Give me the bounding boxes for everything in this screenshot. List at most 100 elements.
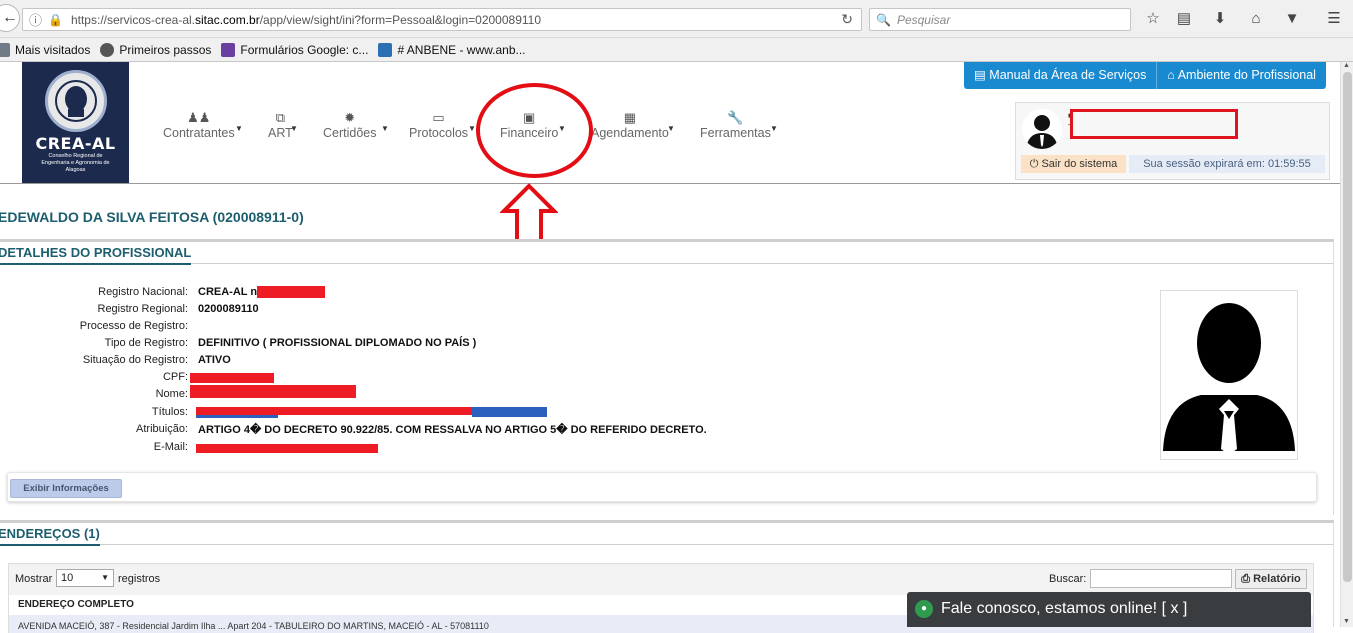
user-panel: ■ - ⏻ Sair do sistema Sua sessão expirará… (1015, 102, 1330, 180)
page-size-value: 10 (61, 572, 74, 584)
inbox-icon: ▭ (432, 110, 445, 125)
bookmark-item[interactable]: # ANBENE - www.anb... (378, 42, 526, 57)
field-label: Registro Nacional: (98, 286, 188, 298)
wrench-icon: 🔧 (727, 110, 744, 125)
google-forms-icon (221, 42, 236, 57)
home-icon[interactable]: ⌂ (1246, 9, 1266, 29)
reading-list-icon[interactable]: ▤ (1174, 9, 1194, 29)
nav-art[interactable]: ⧉ ART ▼ (268, 110, 298, 140)
bookmark-item[interactable]: Formulários Google: c... (221, 42, 368, 57)
nav-label: Certidões (323, 126, 377, 140)
records-label: registros (118, 573, 161, 585)
manual-label: Manual da Área de Serviços (989, 68, 1147, 82)
crea-logo[interactable]: CREA-AL Conselho Regional de Engenharia … (22, 62, 129, 183)
profile-photo (1160, 290, 1298, 460)
page-scrollbar[interactable]: ▲ ▼ (1340, 62, 1353, 627)
site-header: CREA-AL Conselho Regional de Engenharia … (0, 62, 1340, 184)
details-panel: DETALHES DO PROFISSIONAL Registro Nacion… (0, 239, 1334, 515)
annotation-circle (476, 83, 593, 178)
report-button[interactable]: ⎙ Relatório (1235, 569, 1307, 589)
show-info-button[interactable]: Exibir Informações (10, 479, 122, 498)
ambiente-label: Ambiente do Profissional (1177, 68, 1316, 82)
chevron-down-icon: ▼ (468, 124, 476, 133)
nav-label: Agendamento (591, 126, 669, 140)
bookmark-item[interactable]: Primeiros passos (100, 42, 212, 57)
redaction-mark (196, 444, 378, 453)
info-icon: ⓘ (29, 13, 43, 28)
bookmark-item[interactable]: Mais visitados (0, 42, 91, 57)
back-button[interactable]: ← (0, 4, 20, 32)
avatar (1022, 109, 1062, 149)
scroll-up-icon[interactable]: ▲ (1343, 62, 1350, 69)
show-label: Mostrar (15, 573, 53, 585)
chevron-down-icon: ▼ (770, 124, 778, 133)
logo-name: CREA-AL (35, 134, 116, 153)
search-icon: 🔍 (876, 12, 891, 27)
redaction-mark (196, 415, 278, 418)
nav-label: Ferramentas (700, 126, 771, 140)
redaction-mark (257, 286, 325, 298)
browser-search-input[interactable]: 🔍 Pesquisar (869, 8, 1131, 31)
session-timer: Sua sessão expirará em: 01:59:55 (1129, 155, 1325, 173)
info-toolbar: Exibir Informações (7, 472, 1317, 502)
bookmark-star-icon[interactable]: ☆ (1143, 9, 1163, 29)
page-size-select[interactable]: 10 ▼ (56, 569, 114, 587)
nav-certidoes[interactable]: ✹ Certidões ▼ (323, 110, 389, 140)
menu-hamburger-icon[interactable]: ☰ (1324, 9, 1344, 29)
calendar-icon: ▦ (623, 110, 637, 125)
nav-label: Contratantes (163, 126, 235, 140)
field-label: Nome: (155, 388, 188, 400)
bookmark-label: # ANBENE - www.anb... (397, 42, 526, 57)
download-icon[interactable]: ⬇ (1210, 9, 1230, 29)
ambiente-button[interactable]: ⌂ Ambiente do Profissional (1157, 62, 1326, 89)
section-title: ENDEREÇOS (1) (0, 526, 100, 546)
nav-protocolos[interactable]: ▭ Protocolos ▼ (409, 110, 476, 140)
printer-icon: ⎙ (1241, 573, 1251, 585)
bookmark-label: Mais visitados (15, 42, 91, 57)
chevron-down-icon: ▼ (381, 124, 389, 133)
page-title: EDEWALDO DA SILVA FEITOSA (020008911-0) (0, 209, 304, 225)
power-icon: ⏻ (1029, 158, 1039, 170)
pocket-icon[interactable]: ▼ (1282, 9, 1302, 29)
chevron-down-icon: ▼ (101, 573, 109, 582)
lock-icon: 🔒 (48, 12, 63, 27)
scroll-down-icon[interactable]: ▼ (1343, 618, 1350, 625)
details-header: DETALHES DO PROFISSIONAL (0, 242, 1333, 265)
chevron-down-icon: ▼ (235, 124, 243, 133)
folder-icon (0, 42, 10, 57)
book-icon: ▤ (974, 68, 986, 82)
address-bar[interactable]: ⓘ 🔒 https://servicos-crea-al.sitac.com.b… (22, 8, 862, 31)
field-value: 0200089110 (198, 303, 259, 315)
top-buttons: ▤ Manual da Área de Serviços ⌂ Ambiente … (964, 62, 1326, 89)
field-label: Situação do Registro: (82, 354, 188, 366)
chat-icon: ● (915, 600, 933, 618)
redaction-box (1070, 109, 1238, 139)
reload-icon[interactable]: ↻ (841, 11, 853, 28)
field-value: DEFINITIVO ( PROFISSIONAL DIPLOMADO NO P… (198, 337, 477, 349)
logo-subtitle: Conselho Regional de Engenharia e Agrono… (41, 153, 110, 173)
bookmarks-bar: Mais visitados Primeiros passos Formulár… (0, 38, 1353, 62)
addresses-header: ENDEREÇOS (1) (0, 523, 1333, 546)
table-search-input[interactable] (1090, 569, 1232, 588)
nav-contratantes[interactable]: ♟♟ Contratantes ▼ (163, 110, 243, 140)
field-label: Tipo de Registro: (104, 337, 188, 349)
bookmark-label: Primeiros passos (119, 42, 212, 57)
globe-icon (100, 42, 115, 57)
field-label: Registro Regional: (97, 303, 189, 315)
field-label: Títulos: (151, 406, 188, 418)
browser-toolbar: ← ⓘ 🔒 https://servicos-crea-al.sitac.com… (0, 0, 1353, 38)
field-value: ATIVO (198, 354, 231, 366)
redaction-mark (190, 373, 274, 383)
home-icon: ⌂ (1167, 68, 1175, 82)
scrollbar-thumb[interactable] (1343, 72, 1352, 582)
logout-label: Sair do sistema (1041, 158, 1118, 170)
field-label: CPF: (162, 371, 188, 383)
search-placeholder: Pesquisar (896, 12, 951, 27)
manual-button[interactable]: ▤ Manual da Área de Serviços (964, 62, 1158, 89)
field-value: CREA-AL nº (198, 286, 262, 298)
nav-ferramentas[interactable]: 🔧 Ferramentas ▼ (700, 110, 778, 140)
person-silhouette-icon (1163, 303, 1295, 455)
chat-widget[interactable]: ● Fale conosco, estamos online! [ x ] (907, 592, 1311, 627)
nav-agendamento[interactable]: ▦ Agendamento ▼ (591, 110, 675, 140)
logout-button[interactable]: ⏻ Sair do sistema (1021, 155, 1126, 173)
